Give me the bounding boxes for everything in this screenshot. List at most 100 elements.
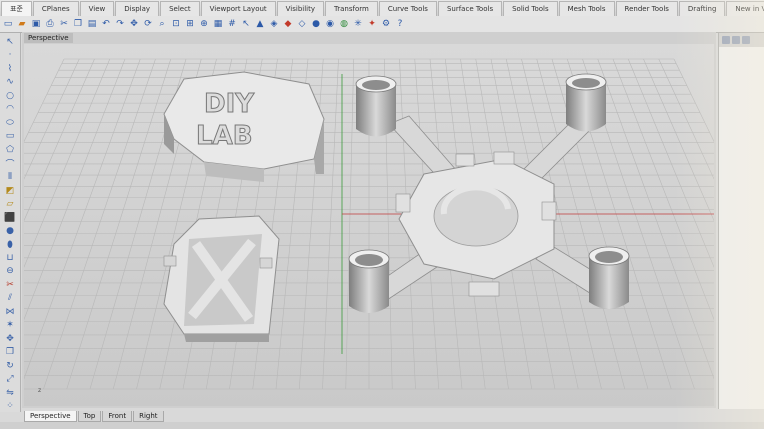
paste-icon[interactable]: ▤ bbox=[86, 18, 98, 30]
tab-front[interactable]: Front bbox=[102, 411, 133, 422]
tab-viewport-layout[interactable]: Viewport Layout bbox=[200, 0, 276, 16]
tab-standard[interactable]: 표준 bbox=[1, 0, 32, 16]
engraving-line1: DIY bbox=[204, 89, 255, 119]
options-icon[interactable]: ⚙ bbox=[380, 18, 392, 30]
perspective-viewport[interactable]: DIY LAB z bbox=[24, 44, 714, 406]
properties-icon[interactable]: ◆ bbox=[282, 18, 294, 30]
panel-tab-icons bbox=[719, 33, 764, 47]
tab-select[interactable]: Select bbox=[160, 0, 200, 16]
sphere-icon[interactable]: ● bbox=[3, 225, 17, 236]
lid-part: DIY LAB bbox=[163, 71, 325, 182]
new-file-icon[interactable]: ▭ bbox=[2, 18, 14, 30]
point-icon[interactable]: · bbox=[3, 49, 17, 60]
pan-icon[interactable]: ✥ bbox=[128, 18, 140, 30]
curve-icon[interactable]: ∿ bbox=[3, 76, 17, 87]
split-icon[interactable]: ⫽ bbox=[3, 293, 17, 304]
copy-icon[interactable]: ❐ bbox=[72, 18, 84, 30]
cylinder-icon[interactable]: ⬮ bbox=[3, 239, 17, 250]
trim-icon[interactable]: ✂ bbox=[3, 279, 17, 290]
construction-grid: DIY LAB bbox=[24, 58, 714, 390]
viewport-title[interactable]: Perspective bbox=[24, 33, 73, 43]
axes-indicator: z bbox=[38, 387, 42, 394]
box-icon[interactable]: ⬛ bbox=[3, 212, 17, 223]
motor-mount-top-left bbox=[355, 75, 397, 137]
tab-right[interactable]: Right bbox=[133, 411, 164, 422]
cut-icon[interactable]: ✂ bbox=[58, 18, 70, 30]
wireframe-icon[interactable]: ◇ bbox=[296, 18, 308, 30]
layers-tab-icon[interactable] bbox=[732, 36, 740, 44]
left-tool-palette: ↖ · ⌇ ∿ ○ ◠ ⬭ ▭ ⬠ ⌒ ⫴ ◩ ▱ ⬛ ● ⬮ ⊔ ⊖ ✂ ⫽ … bbox=[0, 33, 21, 412]
zoom-window-icon[interactable]: ⊡ bbox=[170, 18, 182, 30]
help-icon[interactable]: ? bbox=[394, 18, 406, 30]
boolean-difference-icon[interactable]: ⊖ bbox=[3, 266, 17, 277]
explode-icon[interactable]: ✶ bbox=[3, 320, 17, 331]
print-icon[interactable]: ⎙ bbox=[44, 18, 56, 30]
tab-display[interactable]: Display bbox=[115, 0, 160, 16]
rendered-icon[interactable]: ◉ bbox=[324, 18, 336, 30]
arc-icon[interactable]: ◠ bbox=[3, 103, 17, 114]
offset-icon[interactable]: ⫴ bbox=[3, 171, 17, 182]
tab-view[interactable]: View bbox=[79, 0, 115, 16]
undo-icon[interactable]: ↶ bbox=[100, 18, 112, 30]
zoom-extents-icon[interactable]: ⊞ bbox=[184, 18, 196, 30]
grid-icon[interactable]: # bbox=[226, 18, 238, 30]
shaded-icon[interactable]: ● bbox=[310, 18, 322, 30]
surface-icon[interactable]: ◩ bbox=[3, 185, 17, 196]
array-icon[interactable]: ⁘ bbox=[3, 401, 17, 412]
material-icon[interactable]: ◍ bbox=[338, 18, 350, 30]
tab-mesh-tools[interactable]: Mesh Tools bbox=[558, 0, 615, 16]
redo-icon[interactable]: ↷ bbox=[114, 18, 126, 30]
render-icon[interactable]: ✦ bbox=[366, 18, 378, 30]
tab-drafting[interactable]: Drafting bbox=[678, 0, 726, 16]
tab-top[interactable]: Top bbox=[77, 411, 102, 422]
tab-cplanes[interactable]: CPlanes bbox=[32, 0, 79, 16]
boolean-union-icon[interactable]: ⊔ bbox=[3, 252, 17, 263]
tab-visibility[interactable]: Visibility bbox=[276, 0, 324, 16]
extrude-icon[interactable]: ▱ bbox=[3, 198, 17, 209]
main-toolbar: ▭ ▰ ▣ ⎙ ✂ ❐ ▤ ↶ ↷ ✥ ⟳ ⌕ ⊡ ⊞ ⊕ ▦ # ↖ ▲ ◈ … bbox=[0, 16, 764, 33]
motor-mount-bottom-left bbox=[348, 249, 390, 313]
motor-mount-top-right bbox=[565, 73, 607, 132]
display-tab-icon[interactable] bbox=[742, 36, 750, 44]
polyline-icon[interactable]: ⌇ bbox=[3, 63, 17, 74]
fillet-icon[interactable]: ⌒ bbox=[3, 157, 17, 170]
properties-tab-icon[interactable] bbox=[722, 36, 730, 44]
circle-icon[interactable]: ○ bbox=[3, 90, 17, 101]
open-folder-icon[interactable]: ▰ bbox=[16, 18, 28, 30]
zoom-icon[interactable]: ⌕ bbox=[156, 18, 168, 30]
rectangle-icon[interactable]: ▭ bbox=[3, 130, 17, 141]
panel-field-list bbox=[719, 47, 764, 72]
zoom-selected-icon[interactable]: ⊕ bbox=[198, 18, 210, 30]
layer-icon[interactable]: ◈ bbox=[268, 18, 280, 30]
status-bar bbox=[0, 422, 764, 429]
lock-icon[interactable]: ▲ bbox=[254, 18, 266, 30]
tab-perspective[interactable]: Perspective bbox=[24, 411, 77, 422]
tab-render-tools[interactable]: Render Tools bbox=[615, 0, 678, 16]
tab-solid-tools[interactable]: Solid Tools bbox=[503, 0, 558, 16]
menu-tab-bar: 표준 CPlanes View Display Select Viewport … bbox=[0, 0, 764, 17]
tab-new-in-v5[interactable]: New in V5 bbox=[726, 0, 764, 16]
polygon-icon[interactable]: ⬠ bbox=[3, 144, 17, 155]
scale-icon[interactable]: ⤢ bbox=[3, 374, 17, 385]
join-icon[interactable]: ⋈ bbox=[3, 306, 17, 317]
motor-mount-bottom-right bbox=[588, 246, 630, 309]
engraving-line2: LAB bbox=[196, 121, 253, 151]
rotate-icon[interactable]: ↻ bbox=[3, 360, 17, 371]
tab-curve-tools[interactable]: Curve Tools bbox=[378, 0, 437, 16]
select-icon[interactable]: ↖ bbox=[240, 18, 252, 30]
light-icon[interactable]: ✳ bbox=[352, 18, 364, 30]
tab-transform[interactable]: Transform bbox=[325, 0, 378, 16]
move-icon[interactable]: ✥ bbox=[3, 333, 17, 344]
panel-field bbox=[727, 65, 764, 72]
copy-object-icon[interactable]: ❐ bbox=[3, 347, 17, 358]
ellipse-icon[interactable]: ⬭ bbox=[3, 117, 17, 128]
x-frame-part bbox=[163, 215, 280, 342]
four-views-icon[interactable]: ▦ bbox=[212, 18, 224, 30]
select-arrow-icon[interactable]: ↖ bbox=[3, 36, 17, 47]
rotate-view-icon[interactable]: ⟳ bbox=[142, 18, 154, 30]
mirror-icon[interactable]: ⇋ bbox=[3, 387, 17, 398]
tab-surface-tools[interactable]: Surface Tools bbox=[437, 0, 503, 16]
quadcopter-frame-part bbox=[348, 73, 630, 313]
viewport-tab-bar: Perspective Top Front Right bbox=[24, 411, 164, 422]
save-icon[interactable]: ▣ bbox=[30, 18, 42, 30]
